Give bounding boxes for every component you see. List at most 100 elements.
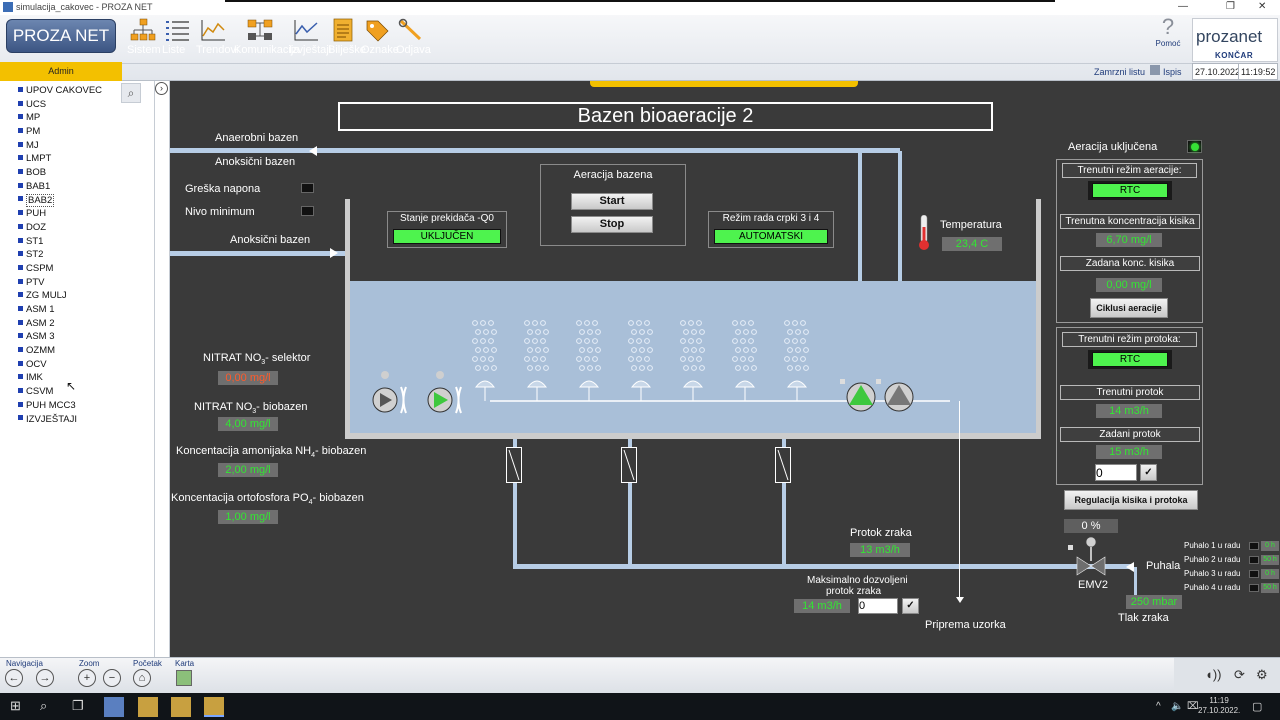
air-bubble: [636, 320, 642, 326]
sidebar-item[interactable]: PUH MCC3: [18, 399, 102, 413]
sidebar-item[interactable]: LMPT: [18, 152, 102, 166]
label-protok-zraka: Protok zraka: [850, 527, 912, 539]
home-icon[interactable]: ⌂: [133, 669, 151, 687]
sidebar-item[interactable]: ASM 1: [18, 303, 102, 317]
sound-icon[interactable]: ◖)): [1205, 667, 1222, 682]
expand-arrow-icon[interactable]: ›: [155, 82, 168, 95]
air-valve-1-icon[interactable]: [506, 447, 522, 483]
sidebar-item[interactable]: BAB1: [18, 180, 102, 194]
zoom-out-icon[interactable]: −: [103, 669, 121, 687]
zadani-protok-input[interactable]: [1095, 464, 1137, 481]
emv2-valve-icon[interactable]: [1067, 535, 1111, 577]
sidebar-item[interactable]: ZG MULJ: [18, 289, 102, 303]
tool-trendovi[interactable]: Trendovi: [196, 18, 238, 60]
start-button[interactable]: Start: [571, 193, 653, 210]
air-bubble: [688, 338, 694, 344]
sidebar-item[interactable]: MJ: [18, 139, 102, 153]
diffuser: [734, 380, 756, 401]
sidebar-item[interactable]: PM: [18, 125, 102, 139]
refresh-icon[interactable]: ⟳: [1234, 667, 1245, 683]
air-bubble: [803, 347, 809, 353]
tool-liste[interactable]: Liste: [162, 18, 192, 60]
sidebar-item[interactable]: OZMM: [18, 344, 102, 358]
ciklusi-aeracije-button[interactable]: Ciklusi aeracije: [1090, 298, 1168, 318]
air-valve-3-icon[interactable]: [775, 447, 791, 483]
tool-sistem[interactable]: Sistem: [127, 18, 161, 60]
sidebar-item[interactable]: OCV: [18, 358, 102, 372]
sidebar-scroll-column[interactable]: [154, 81, 169, 657]
taskbar-app-2-icon[interactable]: [138, 697, 158, 717]
taskbar-app-4-icon[interactable]: [204, 697, 224, 717]
diffuser: [526, 380, 548, 401]
tool-biljeske[interactable]: Bilješke: [328, 18, 366, 60]
print-button[interactable]: Ispis: [1163, 67, 1182, 77]
tool-odjava-label: Odjava: [396, 44, 431, 56]
start-windows-icon[interactable]: ⊞: [10, 698, 21, 714]
air-bubble: [647, 347, 653, 353]
bullet-icon: [18, 223, 23, 229]
taskbar-app-1-icon[interactable]: [104, 697, 124, 717]
taskbar-search-icon[interactable]: ⌕: [40, 698, 47, 714]
stop-button[interactable]: Stop: [571, 216, 653, 233]
restore-icon[interactable]: ❐: [1226, 1, 1235, 12]
sidebar-item[interactable]: UPOV CAKOVEC: [18, 84, 102, 98]
close-icon[interactable]: ✕: [1258, 1, 1266, 12]
sidebar-item[interactable]: ASM 3: [18, 330, 102, 344]
sidebar-item[interactable]: ST1: [18, 235, 102, 249]
tool-odjava[interactable]: Odjava: [396, 18, 431, 60]
tool-komunikacija[interactable]: Komunikacija: [234, 18, 299, 60]
sidebar-item[interactable]: IZVJEŠTAJI: [18, 413, 102, 427]
air-bubble: [535, 329, 541, 335]
task-view-icon[interactable]: ❐: [72, 698, 84, 714]
tray-volume-icon[interactable]: 🔈: [1171, 701, 1183, 712]
sidebar-item[interactable]: DOZ: [18, 221, 102, 235]
help-button[interactable]: ? Pomoć: [1150, 15, 1186, 49]
sidebar-item[interactable]: PUH: [18, 207, 102, 221]
taskbar-app-3-icon[interactable]: [171, 697, 191, 717]
minimize-icon[interactable]: —: [1178, 1, 1188, 12]
tool-izvjestaji[interactable]: Izvještaji: [289, 18, 331, 60]
sidebar-item[interactable]: PTV: [18, 276, 102, 290]
zadani-protok-confirm-button[interactable]: ✓: [1140, 464, 1157, 481]
tray-network-icon[interactable]: ⌧: [1187, 701, 1199, 712]
freeze-list-button[interactable]: Zamrzni listu: [1094, 67, 1145, 77]
regulacija-button[interactable]: Regulacija kisika i protoka: [1064, 490, 1198, 510]
settings-gear-icon[interactable]: ⚙: [1256, 667, 1268, 683]
bullet-icon: [18, 264, 23, 270]
bullet-icon: [18, 169, 23, 175]
sidebar-item[interactable]: MP: [18, 111, 102, 125]
search-icon[interactable]: ⌕: [121, 83, 141, 103]
sidebar-item[interactable]: CSPM: [18, 262, 102, 276]
label-puhala: Puhala: [1146, 560, 1181, 572]
back-arrow-icon[interactable]: ←: [5, 669, 23, 687]
zoom-in-icon[interactable]: +: [78, 669, 96, 687]
air-bubble: [535, 365, 541, 371]
notification-icon[interactable]: ▢: [1252, 700, 1262, 713]
diffusers-group: [474, 380, 808, 401]
air-bubble: [475, 365, 481, 371]
air-bubble: [784, 356, 790, 362]
sidebar-item[interactable]: CSVM: [18, 385, 102, 399]
max-protok-input[interactable]: [858, 598, 898, 614]
printer-icon[interactable]: [1150, 65, 1160, 75]
map-icon[interactable]: [176, 670, 192, 686]
sidebar-item[interactable]: ASM 2: [18, 317, 102, 331]
sidebar-item[interactable]: IMK: [18, 371, 102, 385]
sidebar-item[interactable]: BAB2: [18, 193, 102, 208]
tag-icon: [366, 20, 389, 42]
max-protok-confirm-button[interactable]: ✓: [902, 598, 919, 614]
tool-oznake[interactable]: Oznake: [361, 18, 399, 60]
proza-net-logo[interactable]: PROZA NET: [6, 19, 116, 53]
sidebar-item[interactable]: UCS: [18, 98, 102, 112]
sidebar-item-label: PUH MCC3: [26, 399, 76, 411]
air-bubble: [803, 329, 809, 335]
sidebar-item[interactable]: ST2: [18, 248, 102, 262]
air-bubble: [587, 347, 593, 353]
forward-arrow-icon[interactable]: →: [36, 669, 54, 687]
air-valve-2-icon[interactable]: [621, 447, 637, 483]
sidebar-item[interactable]: BOB: [18, 166, 102, 180]
sidebar-item-label: LMPT: [26, 153, 52, 165]
air-bubble: [696, 320, 702, 326]
trenutna-konc-header: Trenutna koncentracija kisika: [1060, 214, 1200, 229]
tray-chevron-icon[interactable]: ^: [1156, 701, 1161, 712]
